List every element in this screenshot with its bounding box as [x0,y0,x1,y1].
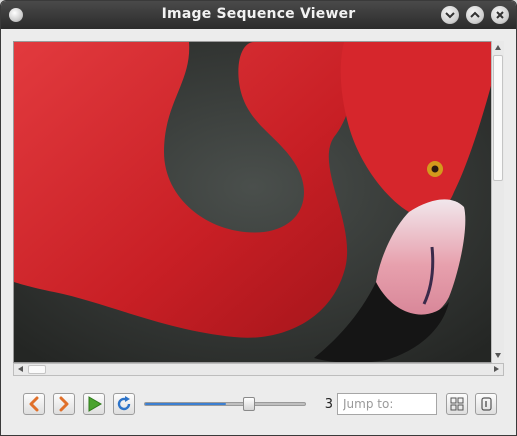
loop-button[interactable] [113,393,135,415]
title-bar: Image Sequence Viewer [1,1,516,29]
horizontal-scroll-thumb[interactable] [28,365,46,374]
close-icon [496,11,504,19]
scroll-up-arrow-icon[interactable] [495,45,501,50]
chevron-left-icon [29,396,39,412]
chevron-down-icon [445,12,455,19]
scroll-down-arrow-icon[interactable] [495,353,501,358]
thumbnail-grid-button[interactable] [446,393,468,415]
vertical-scroll-thumb[interactable] [493,55,503,181]
grid-icon [450,397,464,411]
scroll-left-arrow-icon[interactable] [18,366,23,372]
chevron-up-icon [470,11,480,18]
window-title: Image Sequence Viewer [161,6,356,22]
info-icon [481,397,492,411]
chevron-right-icon [59,396,69,412]
image-viewport[interactable] [13,41,503,363]
play-icon [88,396,102,412]
app-window: Image Sequence Viewer 3 Jump to: [0,0,517,436]
scroll-right-arrow-icon[interactable] [494,366,499,372]
horizontal-scrollbar[interactable] [13,363,504,376]
close-button[interactable] [491,6,509,24]
jump-to-input[interactable] [337,393,437,415]
flamingo-image [14,42,492,362]
frame-slider-track[interactable] [144,402,306,406]
previous-frame-button[interactable] [23,393,45,415]
frame-slider-fill [145,403,226,405]
next-frame-button[interactable] [53,393,75,415]
frame-number: 3 [324,397,333,412]
refresh-icon [117,396,131,411]
vertical-scrollbar[interactable] [491,41,504,363]
frame-slider-handle[interactable] [243,397,255,411]
maximize-button[interactable] [466,6,484,24]
minimize-button[interactable] [441,6,459,24]
info-button[interactable] [475,393,497,415]
play-button[interactable] [83,393,105,415]
